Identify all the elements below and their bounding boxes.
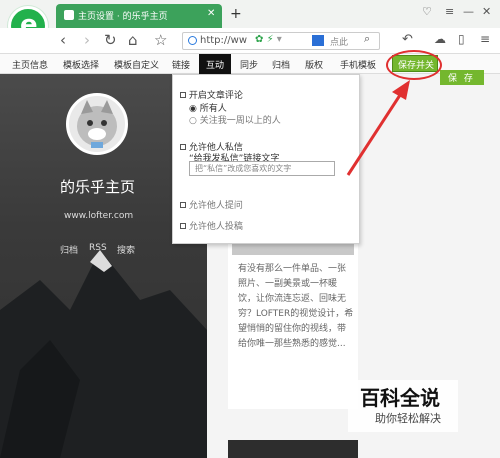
menu-interaction[interactable]: 互动 xyxy=(199,54,231,74)
home-icon[interactable]: ⌂ xyxy=(128,31,138,49)
menu-lines-icon[interactable]: ≡ xyxy=(480,32,490,46)
site-title: 的乐乎主页 xyxy=(60,178,136,196)
globe-icon xyxy=(188,36,197,45)
avatar[interactable] xyxy=(66,93,128,155)
url-text: http://ww xyxy=(200,35,247,46)
sidebar-link-search[interactable]: 搜索 xyxy=(117,243,135,256)
watermark-title: 百科全说 xyxy=(360,386,440,410)
menu-template-custom[interactable]: 模板自定义 xyxy=(114,58,159,71)
contribute-label: 允许他人投稿 xyxy=(188,222,243,232)
annotation-arrow xyxy=(346,80,410,176)
refresh-icon[interactable]: ↻ xyxy=(104,31,117,49)
comment-label: 开启文章评论 xyxy=(188,91,243,101)
menu-template-select[interactable]: 模板选择 xyxy=(63,58,99,71)
watermark-subtitle: 助你轻松解决 xyxy=(375,412,441,425)
back-icon[interactable]: ‹ xyxy=(60,31,66,49)
ask-label: 允许他人提问 xyxy=(188,201,243,211)
new-tab-button[interactable]: + xyxy=(230,6,242,22)
comment-followers-label: 关注我一周以上的人 xyxy=(199,116,281,126)
tab-close-icon[interactable]: ✕ xyxy=(207,8,215,19)
site-url[interactable]: www.lofter.com xyxy=(64,211,133,221)
menu-home-info[interactable]: 主页信息 xyxy=(12,58,48,71)
skin-icon[interactable]: ♡ xyxy=(422,5,432,18)
cloud-icon[interactable]: ☁ xyxy=(434,32,446,46)
menu-interaction-label: 互动 xyxy=(206,61,225,71)
ask-option[interactable]: 允许他人提问 xyxy=(180,198,243,211)
search-engine-icon[interactable] xyxy=(312,35,324,46)
comment-checkbox[interactable] xyxy=(180,92,186,98)
tab-title: 主页设置 · 的乐乎主页 xyxy=(78,12,168,22)
cat-avatar-image xyxy=(77,100,117,148)
undo-icon[interactable]: ↶ xyxy=(402,32,413,47)
contribute-option[interactable]: 允许他人投稿 xyxy=(180,219,243,232)
minimize-icon[interactable]: — xyxy=(463,5,474,18)
sidebar-link-archive[interactable]: 归档 xyxy=(60,243,78,256)
favorite-star-icon[interactable]: ☆ xyxy=(154,31,167,49)
ask-checkbox[interactable] xyxy=(180,202,186,208)
security-icons[interactable]: ✿ ⚡ ▾ xyxy=(255,34,282,45)
private-message-text-input[interactable]: 把“私信”改成您喜欢的文字 xyxy=(189,161,335,176)
menu-sync[interactable]: 同步 xyxy=(240,58,258,71)
input-placeholder: 把“私信”改成您喜欢的文字 xyxy=(195,164,292,173)
tab-favicon-icon xyxy=(64,10,74,20)
save-button[interactable]: 保 存 xyxy=(440,70,484,85)
menu-links[interactable]: 链接 xyxy=(172,58,190,71)
menu-copyright[interactable]: 版权 xyxy=(305,58,323,71)
search-input[interactable]: 点此 xyxy=(330,35,348,48)
forward-icon[interactable]: › xyxy=(84,31,90,49)
search-icon[interactable]: ⌕ xyxy=(364,32,370,46)
sidebar-link-rss[interactable]: RSS xyxy=(89,243,107,253)
private-message-checkbox[interactable] xyxy=(180,144,186,150)
post-text: 有没有那么一件单品、一张照片、一副美景或一杯暖饮，让你流连忘返、回味无穷？LOF… xyxy=(238,264,354,349)
contribute-checkbox[interactable] xyxy=(180,223,186,229)
phone-icon[interactable]: ▯ xyxy=(458,32,465,46)
comment-option[interactable]: 开启文章评论 xyxy=(180,88,243,101)
post-card-image-2[interactable] xyxy=(228,440,358,458)
mountain-image xyxy=(0,250,207,458)
menu-icon[interactable]: ≡ xyxy=(445,5,454,18)
save-label: 保 存 xyxy=(448,74,475,84)
close-window-icon[interactable]: ✕ xyxy=(482,5,491,18)
menu-archive[interactable]: 归档 xyxy=(272,58,290,71)
comment-followers-radio[interactable]: ○ 关注我一周以上的人 xyxy=(189,113,281,126)
